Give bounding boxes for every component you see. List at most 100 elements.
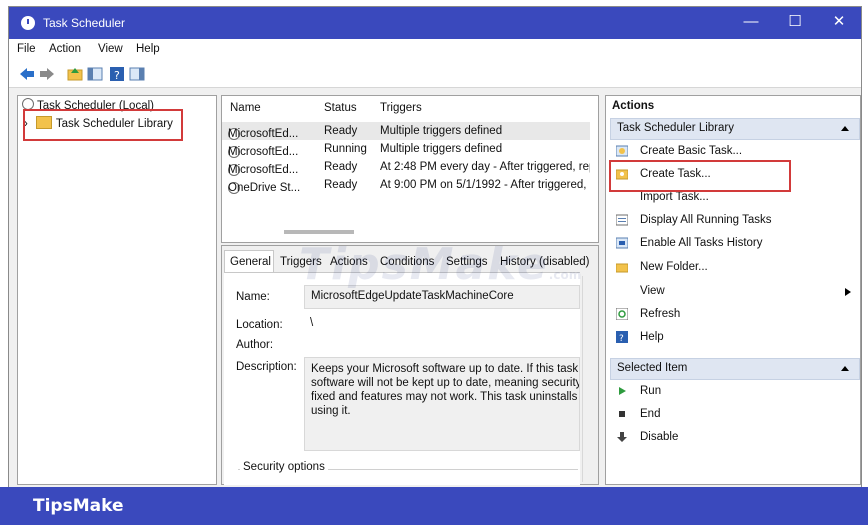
end-icon bbox=[619, 411, 625, 417]
name-label: Name: bbox=[236, 291, 270, 303]
history-icon bbox=[616, 237, 628, 249]
table-row[interactable]: MicrosoftEd... Running Multiple triggers… bbox=[222, 140, 590, 158]
table-row[interactable]: MicrosoftEd... Ready Multiple triggers d… bbox=[222, 122, 590, 140]
collapse-arrow-icon[interactable] bbox=[841, 366, 849, 371]
back-arrow-icon[interactable] bbox=[19, 66, 35, 82]
help-icon[interactable]: ? bbox=[109, 66, 125, 82]
action-create-basic-task[interactable]: Create Basic Task... bbox=[612, 142, 852, 162]
task-name: MicrosoftEd... bbox=[228, 128, 299, 140]
task-name: OneDrive St... bbox=[228, 182, 301, 194]
menu-bar: File Action View Help bbox=[9, 39, 861, 61]
run-icon bbox=[619, 387, 626, 395]
column-header-status[interactable]: Status bbox=[324, 102, 357, 114]
location-label: Location: bbox=[236, 319, 283, 331]
task-triggers: Multiple triggers defined bbox=[380, 125, 503, 137]
section-label: Selected Item bbox=[617, 362, 688, 374]
task-scheduler-window: Task Scheduler — ☐ ✕ File Action View He… bbox=[8, 6, 862, 488]
task-status: Running bbox=[324, 143, 367, 155]
task-scheduler-app-icon bbox=[21, 16, 35, 30]
action-end[interactable]: End bbox=[612, 405, 852, 425]
footer-brand: TipsMake bbox=[33, 496, 124, 516]
running-tasks-icon bbox=[616, 214, 628, 226]
collapse-arrow-icon[interactable] bbox=[841, 126, 849, 131]
show-hide-action-pane-icon[interactable] bbox=[129, 66, 145, 82]
title-bar[interactable]: Task Scheduler — ☐ ✕ bbox=[9, 7, 861, 39]
menu-view[interactable]: View bbox=[98, 43, 123, 55]
menu-help[interactable]: Help bbox=[136, 43, 160, 55]
task-status: Ready bbox=[324, 179, 358, 191]
task-list-pane: Name Status Triggers MicrosoftEd... Read… bbox=[221, 95, 599, 243]
description-line: fixed and features may not work. This ta… bbox=[311, 391, 580, 403]
submenu-arrow-icon bbox=[845, 288, 851, 296]
close-button[interactable]: ✕ bbox=[817, 7, 861, 39]
description-line: Keeps your Microsoft software up to date… bbox=[311, 363, 580, 375]
actions-pane: Actions Task Scheduler Library Create Ba… bbox=[605, 95, 861, 485]
action-enable-history[interactable]: Enable All Tasks History bbox=[612, 234, 852, 254]
forward-arrow-icon[interactable] bbox=[39, 66, 55, 82]
horizontal-scrollbar-thumb[interactable] bbox=[284, 230, 354, 234]
help-icon: ? bbox=[616, 331, 628, 343]
action-disable[interactable]: Disable bbox=[612, 428, 852, 448]
action-label: Display All Running Tasks bbox=[640, 214, 772, 226]
maximize-button[interactable]: ☐ bbox=[773, 7, 817, 39]
task-status: Ready bbox=[324, 125, 358, 137]
svg-text:?: ? bbox=[619, 334, 624, 343]
action-label: Refresh bbox=[640, 308, 681, 320]
description-label: Description: bbox=[236, 361, 297, 373]
description-line: software will not be kept up to date, me… bbox=[311, 377, 580, 389]
footer-banner: TipsMake bbox=[0, 487, 868, 525]
watermark-suffix: .com bbox=[548, 268, 582, 282]
column-header-name[interactable]: Name bbox=[230, 102, 261, 114]
author-label: Author: bbox=[236, 339, 274, 351]
action-new-folder[interactable]: New Folder... bbox=[612, 258, 852, 278]
task-triggers: At 2:48 PM every day - After triggered, … bbox=[380, 161, 590, 173]
action-label: Import Task... bbox=[640, 191, 709, 203]
column-header-triggers[interactable]: Triggers bbox=[380, 102, 422, 114]
disable-icon bbox=[617, 432, 627, 442]
name-value: MicrosoftEdgeUpdateTaskMachineCore bbox=[311, 290, 514, 302]
description-field[interactable]: Keeps your Microsoft software up to date… bbox=[304, 357, 580, 451]
highlight-box-library bbox=[23, 109, 183, 141]
action-run[interactable]: Run bbox=[612, 382, 852, 402]
task-triggers: At 9:00 PM on 5/1/1992 - After triggered… bbox=[380, 179, 590, 191]
security-options-label: Security options bbox=[240, 461, 328, 473]
action-label: New Folder... bbox=[640, 261, 708, 273]
action-label: View bbox=[640, 285, 665, 297]
action-label: Disable bbox=[640, 431, 679, 443]
console-tree-pane: Task Scheduler (Local) › Task Scheduler L… bbox=[17, 95, 217, 485]
menu-file[interactable]: File bbox=[17, 43, 36, 55]
tab-general[interactable]: General bbox=[230, 256, 271, 268]
highlight-box-create-task bbox=[609, 160, 791, 192]
table-row[interactable]: MicrosoftEd... Ready At 2:48 PM every da… bbox=[222, 158, 590, 176]
actions-section-library[interactable]: Task Scheduler Library bbox=[610, 118, 860, 140]
actions-title: Actions bbox=[612, 100, 655, 112]
action-help[interactable]: ? Help bbox=[612, 328, 852, 348]
new-folder-icon bbox=[616, 263, 628, 273]
action-view[interactable]: View bbox=[612, 282, 852, 302]
vertical-scrollbar[interactable] bbox=[582, 276, 597, 482]
action-label: Help bbox=[640, 331, 664, 343]
location-value: \ bbox=[310, 317, 314, 329]
task-name: MicrosoftEd... bbox=[228, 146, 299, 158]
table-row[interactable]: OneDrive St... Ready At 9:00 PM on 5/1/1… bbox=[222, 176, 590, 194]
task-status: Ready bbox=[324, 161, 358, 173]
watermark-text: TipsMake bbox=[299, 239, 549, 290]
action-label: Enable All Tasks History bbox=[640, 237, 763, 249]
window-title: Task Scheduler bbox=[43, 16, 126, 30]
action-label: Create Basic Task... bbox=[640, 145, 743, 157]
minimize-button[interactable]: — bbox=[729, 7, 773, 39]
svg-text:?: ? bbox=[114, 69, 120, 82]
description-line: using it. bbox=[311, 405, 351, 417]
action-label: Run bbox=[640, 385, 662, 397]
section-label: Task Scheduler Library bbox=[617, 122, 734, 134]
up-folder-icon[interactable] bbox=[67, 66, 83, 82]
action-refresh[interactable]: Refresh bbox=[612, 305, 852, 325]
menu-action[interactable]: Action bbox=[49, 43, 81, 55]
general-tab-panel: Name: MicrosoftEdgeUpdateTaskMachineCore… bbox=[224, 272, 580, 485]
watermark: TipsMake.com bbox=[299, 239, 581, 290]
show-hide-console-tree-icon[interactable] bbox=[87, 66, 103, 82]
actions-section-selected-item[interactable]: Selected Item bbox=[610, 358, 860, 380]
action-display-running-tasks[interactable]: Display All Running Tasks bbox=[612, 211, 852, 231]
basic-task-wizard-icon bbox=[616, 145, 628, 157]
task-triggers: Multiple triggers defined bbox=[380, 143, 503, 155]
